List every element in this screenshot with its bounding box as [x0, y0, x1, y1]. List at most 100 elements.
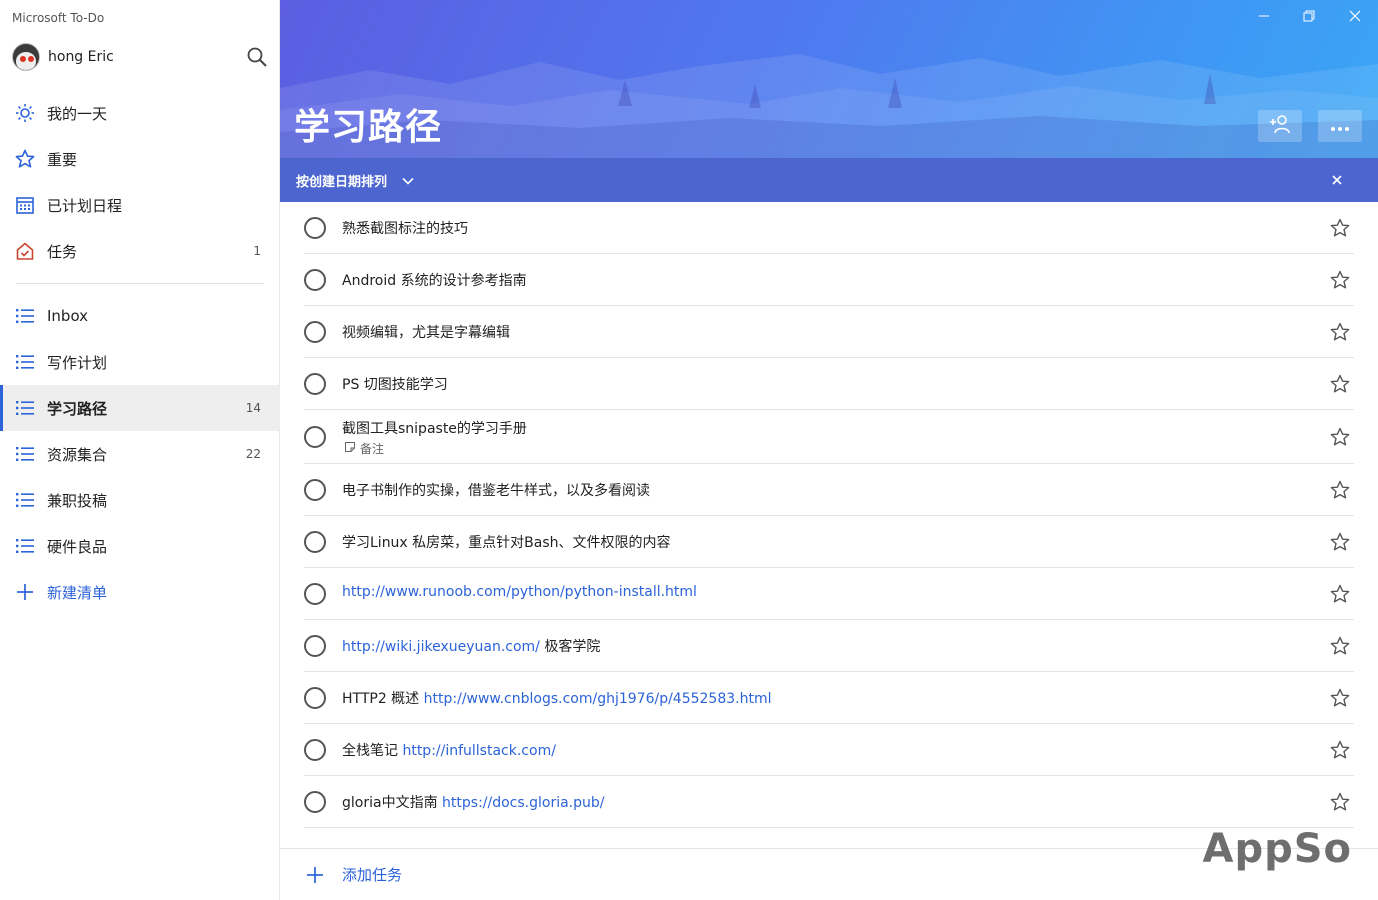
complete-checkbox[interactable] [304, 478, 326, 501]
list-icon [14, 535, 36, 557]
complete-checkbox[interactable] [304, 372, 326, 395]
star-icon[interactable] [1330, 427, 1350, 447]
list-icon [14, 489, 36, 511]
sidebar-item-inbox[interactable]: Inbox [0, 293, 280, 339]
task-link[interactable]: http://infullstack.com/ [402, 743, 555, 759]
task-note-indicator: 备注 [344, 440, 384, 457]
sidebar-item-count: 1 [253, 244, 261, 258]
task-title[interactable]: 全栈笔记 http://infullstack.com/ [342, 740, 556, 760]
chevron-down-icon[interactable] [401, 173, 415, 187]
star-icon[interactable] [1330, 218, 1350, 238]
app-title: Microsoft To-Do [12, 11, 105, 25]
new-list-button[interactable]: 新建清单 [0, 569, 280, 615]
task-link[interactable]: https://docs.gloria.pub/ [442, 795, 604, 811]
task-title[interactable]: 截图工具snipaste的学习手册 [342, 418, 527, 438]
mountain-background [280, 54, 1378, 158]
task-link[interactable]: http://www.runoob.com/python/python-inst… [342, 584, 697, 600]
more-icon [1330, 117, 1350, 136]
user-profile[interactable]: hong Eric [12, 42, 268, 72]
task-title[interactable]: 电子书制作的实操，借鉴老牛样式，以及多看阅读 [342, 480, 650, 500]
sidebar-item-tasks[interactable]: 任务 1 [0, 228, 280, 274]
main-panel: 学习路径 按创建日期排列 熟悉截图标注的技巧 Android 系统的设计参考指南… [280, 0, 1378, 900]
smart-lists: 我的一天 重要 已计划日程 任务 1 [0, 90, 280, 274]
complete-checkbox[interactable] [304, 686, 326, 709]
task-item[interactable]: 视频编辑，尤其是字幕编辑 [304, 306, 1354, 358]
sidebar-divider [16, 283, 264, 284]
task-link[interactable]: http://www.cnblogs.com/ghj1976/p/4552583… [424, 691, 772, 707]
complete-checkbox[interactable] [304, 268, 326, 291]
task-item[interactable]: PS 切图技能学习 [304, 358, 1354, 410]
sidebar-item-count: 22 [245, 447, 261, 461]
task-item[interactable]: http://wiki.jikexueyuan.com/ 极客学院 [304, 620, 1354, 672]
task-title[interactable]: HTTP2 概述 http://www.cnblogs.com/ghj1976/… [342, 688, 772, 708]
task-item[interactable]: 全栈笔记 http://infullstack.com/ [304, 724, 1354, 776]
task-item[interactable]: http://www.runoob.com/python/python-inst… [304, 568, 1354, 620]
task-title[interactable]: PS 切图技能学习 [342, 374, 448, 394]
close-icon[interactable] [1330, 172, 1344, 186]
star-icon[interactable] [1330, 792, 1350, 812]
sidebar-item-important[interactable]: 重要 [0, 136, 280, 182]
star-icon[interactable] [1330, 740, 1350, 760]
sidebar-item-hardware[interactable]: 硬件良品 [0, 523, 280, 569]
sidebar-item-learning-path[interactable]: 学习路径 14 [0, 385, 280, 431]
list-icon [14, 305, 36, 327]
avatar[interactable] [12, 43, 40, 71]
task-item[interactable]: 电子书制作的实操，借鉴老牛样式，以及多看阅读 [304, 464, 1354, 516]
sidebar-item-label: 任务 [47, 242, 78, 261]
star-icon[interactable] [1330, 636, 1350, 656]
star-icon[interactable] [1330, 532, 1350, 552]
share-list-button[interactable] [1258, 110, 1302, 142]
sidebar-item-my-day[interactable]: 我的一天 [0, 90, 280, 136]
new-list-label: 新建清单 [47, 583, 108, 602]
more-options-button[interactable] [1318, 110, 1362, 142]
sort-label[interactable]: 按创建日期排列 [296, 171, 387, 190]
add-task-label: 添加任务 [342, 866, 403, 884]
list-title: 学习路径 [294, 107, 443, 148]
sidebar-item-freelance[interactable]: 兼职投稿 [0, 477, 280, 523]
sidebar-item-label: 我的一天 [47, 104, 108, 123]
sidebar: Microsoft To-Do hong Eric 我的一天 重要 已计划日程 … [0, 0, 280, 900]
sidebar-item-resources[interactable]: 资源集合 22 [0, 431, 280, 477]
star-icon[interactable] [1330, 480, 1350, 500]
complete-checkbox[interactable] [304, 530, 326, 553]
star-icon[interactable] [1330, 322, 1350, 342]
task-title[interactable]: http://wiki.jikexueyuan.com/ 极客学院 [342, 636, 600, 656]
sidebar-item-planned[interactable]: 已计划日程 [0, 182, 280, 228]
task-link[interactable]: http://wiki.jikexueyuan.com/ [342, 639, 540, 655]
search-icon[interactable] [246, 46, 268, 68]
complete-checkbox[interactable] [304, 216, 326, 239]
task-item[interactable]: Android 系统的设计参考指南 [304, 254, 1354, 306]
complete-checkbox[interactable] [304, 634, 326, 657]
task-item[interactable]: 学习Linux 私房菜，重点针对Bash、文件权限的内容 [304, 516, 1354, 568]
task-title[interactable]: 熟悉截图标注的技巧 [342, 218, 468, 238]
star-icon [14, 148, 36, 170]
sort-bar: 按创建日期排列 [280, 158, 1378, 202]
complete-checkbox[interactable] [304, 582, 326, 605]
star-icon[interactable] [1330, 688, 1350, 708]
sidebar-item-label: 重要 [47, 150, 78, 169]
star-icon[interactable] [1330, 270, 1350, 290]
star-icon[interactable] [1330, 584, 1350, 604]
sidebar-item-label: 兼职投稿 [47, 491, 108, 510]
sidebar-item-writing-plan[interactable]: 写作计划 [0, 339, 280, 385]
task-title[interactable]: Android 系统的设计参考指南 [342, 270, 527, 290]
task-item[interactable]: gloria中文指南 https://docs.gloria.pub/ [304, 776, 1354, 828]
complete-checkbox[interactable] [304, 738, 326, 761]
minimize-icon[interactable] [1253, 6, 1275, 26]
task-title[interactable]: 视频编辑，尤其是字幕编辑 [342, 322, 510, 342]
task-item[interactable]: HTTP2 概述 http://www.cnblogs.com/ghj1976/… [304, 672, 1354, 724]
sidebar-item-count: 14 [245, 401, 261, 415]
star-icon[interactable] [1330, 374, 1350, 394]
task-title[interactable]: 学习Linux 私房菜，重点针对Bash、文件权限的内容 [342, 532, 671, 552]
complete-checkbox[interactable] [304, 425, 326, 448]
task-item[interactable]: 截图工具snipaste的学习手册 备注 [304, 410, 1354, 464]
complete-checkbox[interactable] [304, 790, 326, 813]
restore-icon[interactable] [1298, 6, 1320, 26]
sidebar-item-label: 已计划日程 [47, 196, 123, 215]
task-item[interactable]: 熟悉截图标注的技巧 [304, 202, 1354, 254]
task-title[interactable]: http://www.runoob.com/python/python-inst… [342, 584, 697, 600]
sidebar-item-label: 学习路径 [47, 399, 108, 418]
complete-checkbox[interactable] [304, 320, 326, 343]
close-window-icon[interactable] [1344, 6, 1366, 26]
task-title[interactable]: gloria中文指南 https://docs.gloria.pub/ [342, 792, 605, 812]
